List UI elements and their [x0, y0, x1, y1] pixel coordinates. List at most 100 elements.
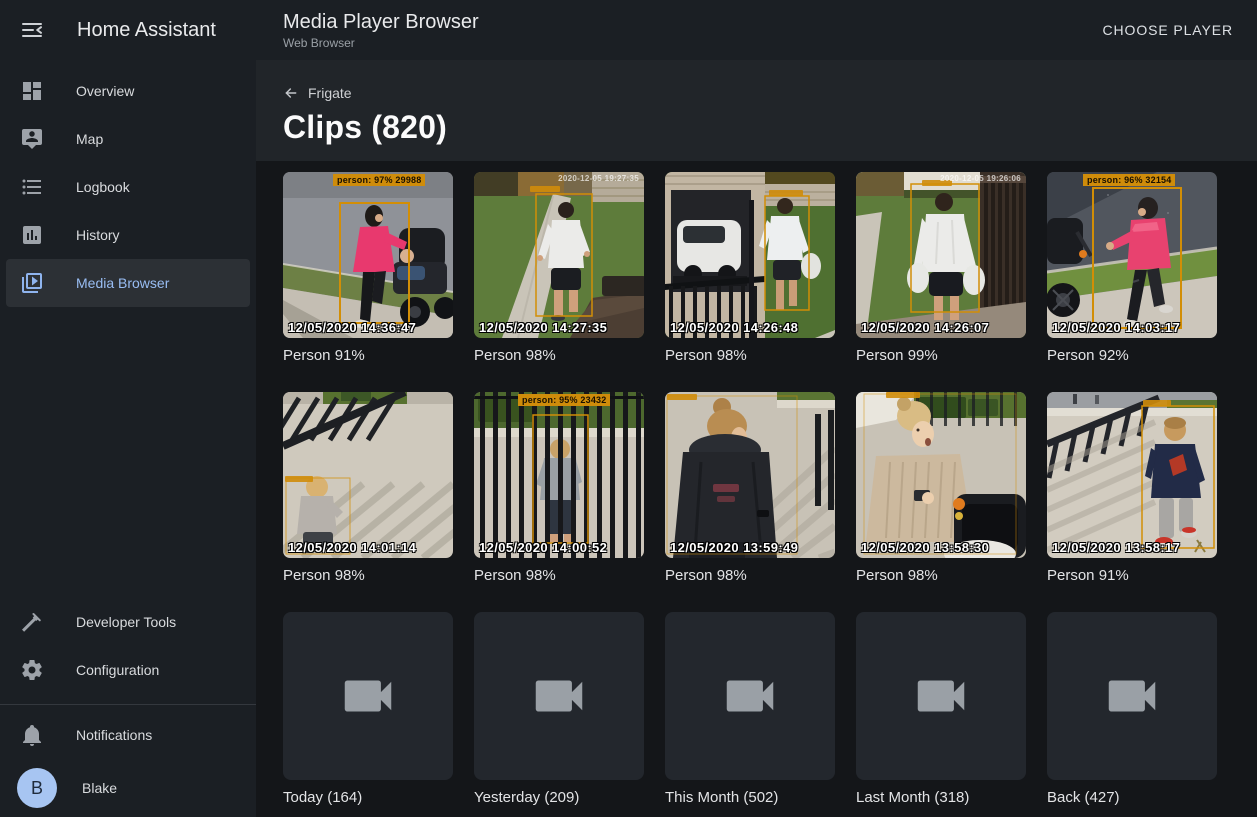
clip-thumbnail: person: 97% 2998812/05/2020 14:36:47: [283, 172, 453, 338]
choose-player-button[interactable]: CHOOSE PLAYER: [1097, 14, 1239, 46]
sidebar-item-history[interactable]: History: [6, 211, 250, 259]
hammer-icon: [20, 610, 44, 634]
video-icon: [719, 665, 781, 727]
camera-osd-timestamp: 12/05/2020 14:00:52: [479, 540, 607, 555]
clip-card[interactable]: 12/05/2020 14:01:14 Person 98%: [283, 392, 453, 585]
folder-label: Back (427): [1047, 788, 1217, 807]
video-icon: [910, 665, 972, 727]
folder-thumbnail: [665, 612, 835, 780]
media-browser-icon: [20, 271, 44, 295]
clip-thumbnail: person: 96% 32154 12/05/2020 14:03:17: [1047, 172, 1217, 338]
sidebar-item-label: History: [76, 227, 120, 243]
breadcrumb-back[interactable]: Frigate: [283, 85, 352, 101]
sidebar-item-user[interactable]: B Blake: [6, 759, 250, 817]
folder-card[interactable]: Yesterday (209): [474, 612, 644, 807]
sidebar-item-configuration[interactable]: Configuration: [6, 646, 250, 694]
logbook-list-icon: [20, 175, 44, 199]
clip-label: Person 91%: [283, 346, 453, 365]
menu-toggle-button[interactable]: [20, 18, 44, 42]
camera-osd-timestamp: 12/05/2020 14:26:48: [670, 320, 798, 335]
folder-card[interactable]: Last Month (318): [856, 612, 1026, 807]
camera-osd-utc-timestamp: 2020-12-05 19:26:06: [940, 174, 1021, 183]
sidebar-item-label: Media Browser: [76, 275, 169, 291]
folder-card[interactable]: This Month (502): [665, 612, 835, 807]
person-location-icon: [20, 127, 44, 151]
clip-thumbnail: 12/05/2020 14:01:14: [283, 392, 453, 558]
video-icon: [337, 665, 399, 727]
avatar: B: [17, 768, 57, 808]
folder-thumbnail: [1047, 612, 1217, 780]
panel-subtitle: Web Browser: [283, 36, 479, 50]
user-name: Blake: [82, 780, 117, 796]
clip-card[interactable]: person: 96% 32154 12/05/2020 14:03:17 Pers…: [1047, 172, 1217, 365]
clip-label: Person 98%: [474, 566, 644, 585]
folder-label: Last Month (318): [856, 788, 1026, 807]
clip-label: Person 98%: [665, 346, 835, 365]
clip-label: Person 91%: [1047, 566, 1217, 585]
clip-label: Person 92%: [1047, 346, 1217, 365]
camera-osd-timestamp: 12/05/2020 14:27:35: [479, 320, 607, 335]
clip-card[interactable]: 12/05/2020 14:26:48 Person 98%: [665, 172, 835, 365]
sidebar-item-developer-tools[interactable]: Developer Tools: [6, 598, 250, 646]
sidebar-item-label: Configuration: [76, 662, 159, 678]
sidebar-item-media-browser[interactable]: Media Browser: [6, 259, 250, 307]
folder-label: Yesterday (209): [474, 788, 644, 807]
camera-osd-utc-timestamp: 2020-12-05 19:27:35: [558, 174, 639, 183]
clip-label: Person 98%: [283, 566, 453, 585]
clip-label: Person 98%: [474, 346, 644, 365]
sidebar-divider: [0, 704, 256, 705]
detection-tag: person: 95% 23432: [518, 394, 610, 406]
sidebar-item-label: Developer Tools: [76, 614, 176, 630]
sidebar-item-label: Logbook: [76, 179, 130, 195]
sidebar: Overview Map Logbook History Media Browser D…: [0, 60, 256, 817]
clip-card[interactable]: 12/05/2020 13:58:17 Person 91%: [1047, 392, 1217, 585]
history-chart-icon: [20, 223, 44, 247]
video-icon: [528, 665, 590, 727]
page-heading: Media Player Browser Web Browser: [283, 11, 479, 50]
sidebar-header: Home Assistant: [0, 18, 256, 42]
menu-open-icon: [20, 18, 44, 42]
clip-thumbnail: 12/05/2020 13:59:49: [665, 392, 835, 558]
camera-osd-timestamp: 12/05/2020 14:26:07: [861, 320, 989, 335]
clip-thumbnail: person: 95% 23432 12/05/2020 14:00:52: [474, 392, 644, 558]
detection-tag: person: 96% 32154: [1083, 174, 1175, 186]
view-dashboard-icon: [20, 79, 44, 103]
sidebar-item-overview[interactable]: Overview: [6, 67, 250, 115]
clip-card[interactable]: person: 97% 2998812/05/2020 14:36:47 Pers…: [283, 172, 453, 365]
clip-thumbnail: 2020-12-05 19:26:06 12/05/2020 14:26:07: [856, 172, 1026, 338]
sidebar-item-notifications[interactable]: Notifications: [6, 711, 250, 759]
clip-label: Person 98%: [856, 566, 1026, 585]
back-arrow-icon: [283, 85, 299, 101]
folder-card[interactable]: Back (427): [1047, 612, 1217, 807]
clip-thumbnail: 12/05/2020 13:58:30: [856, 392, 1026, 558]
clip-thumbnail: 12/05/2020 13:58:17: [1047, 392, 1217, 558]
panel-title: Media Player Browser: [283, 11, 479, 33]
camera-osd-timestamp: 12/05/2020 14:01:14: [288, 540, 416, 555]
media-content: person: 97% 2998812/05/2020 14:36:47 Pers…: [256, 161, 1257, 817]
clip-card[interactable]: 2020-12-05 19:27:35 12/05/2020 14:27:35 Pe…: [474, 172, 644, 365]
sidebar-bottom: Developer Tools Configuration Notificatio…: [0, 598, 256, 817]
camera-osd-timestamp: 12/05/2020 14:03:17: [1052, 320, 1180, 335]
sidebar-item-logbook[interactable]: Logbook: [6, 163, 250, 211]
sidebar-item-label: Map: [76, 131, 103, 147]
camera-osd-timestamp: 12/05/2020 13:58:30: [861, 540, 989, 555]
clip-card[interactable]: 12/05/2020 13:58:30 Person 98%: [856, 392, 1026, 585]
breadcrumb-label: Frigate: [308, 85, 352, 101]
sidebar-item-map[interactable]: Map: [6, 115, 250, 163]
clip-label: Person 98%: [665, 566, 835, 585]
folder-label: This Month (502): [665, 788, 835, 807]
sidebar-tools: Developer Tools Configuration: [0, 598, 256, 694]
clip-card[interactable]: 12/05/2020 13:59:49 Person 98%: [665, 392, 835, 585]
folder-label: Today (164): [283, 788, 453, 807]
clip-card[interactable]: person: 95% 23432 12/05/2020 14:00:52 Pers…: [474, 392, 644, 585]
camera-osd-timestamp: 12/05/2020 13:59:49: [670, 540, 798, 555]
clip-card[interactable]: 2020-12-05 19:26:06 12/05/2020 14:26:07 Pe…: [856, 172, 1026, 365]
bell-icon: [20, 723, 44, 747]
clip-thumbnail: 2020-12-05 19:27:35 12/05/2020 14:27:35: [474, 172, 644, 338]
clip-label: Person 99%: [856, 346, 1026, 365]
folder-card[interactable]: Today (164): [283, 612, 453, 807]
content-header: Frigate Clips (820): [256, 60, 1257, 161]
gear-icon: [20, 658, 44, 682]
sidebar-nav: Overview Map Logbook History Media Browser: [0, 67, 256, 307]
sidebar-item-label: Overview: [76, 83, 134, 99]
